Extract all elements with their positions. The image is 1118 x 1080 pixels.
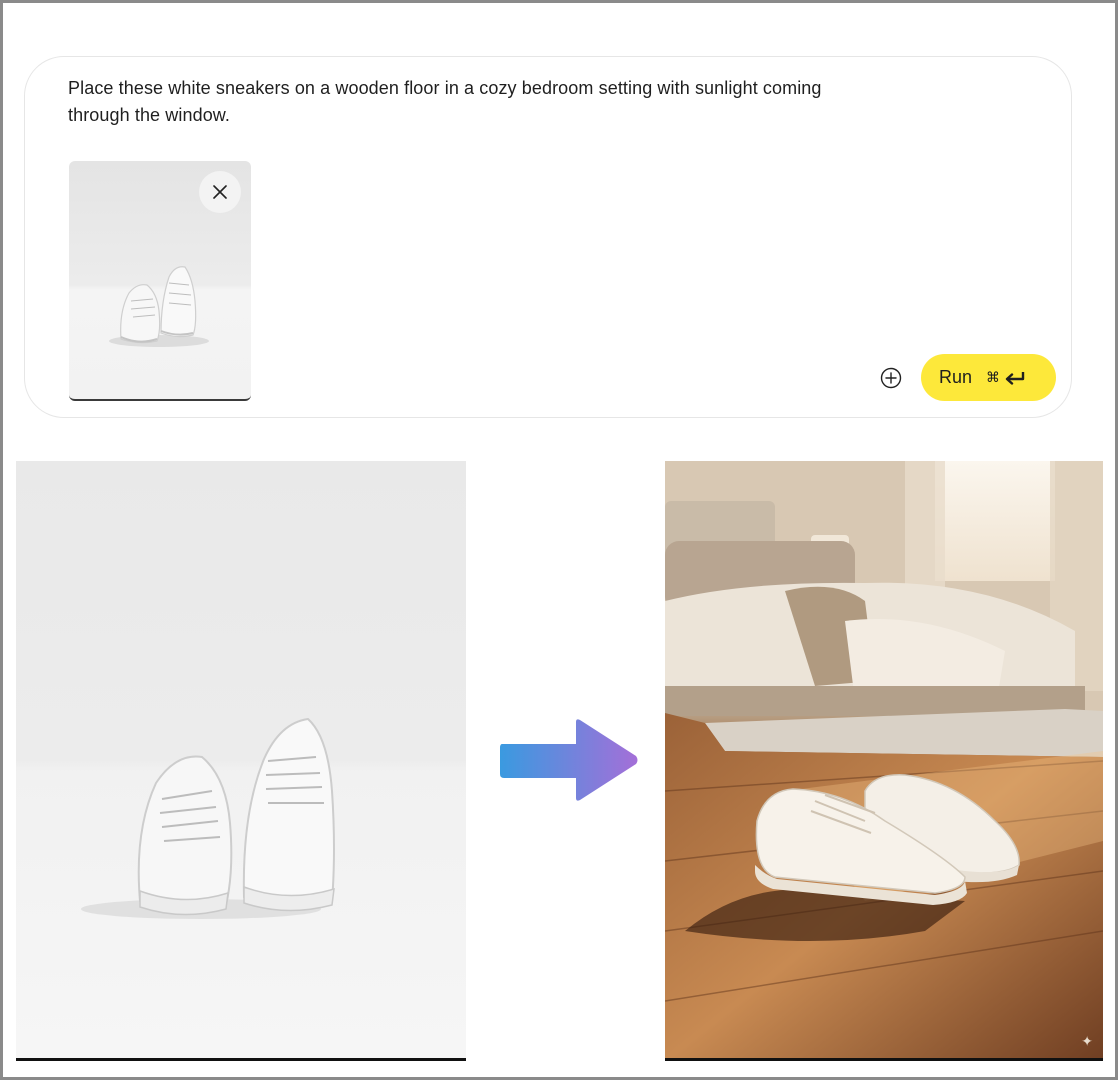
close-icon xyxy=(213,185,227,199)
sparkle-icon: ✦ xyxy=(1081,1033,1093,1049)
transform-arrow xyxy=(498,716,640,804)
output-image: ✦ xyxy=(665,461,1103,1061)
attachment-thumbnail[interactable] xyxy=(69,161,251,401)
white-sneakers-studio-image xyxy=(81,717,335,919)
run-button[interactable]: Run ⌘ xyxy=(921,354,1056,401)
run-shortcut: ⌘ xyxy=(986,369,1026,386)
sneakers-bedroom-wooden-floor-image xyxy=(665,461,1103,1058)
prompt-text[interactable]: Place these white sneakers on a wooden f… xyxy=(68,75,868,129)
run-button-label: Run xyxy=(939,367,973,387)
prompt-card: Place these white sneakers on a wooden f… xyxy=(24,56,1072,418)
plus-circle-icon xyxy=(880,367,902,389)
add-attachment-button[interactable] xyxy=(879,366,903,390)
remove-attachment-button[interactable] xyxy=(199,171,241,213)
enter-icon xyxy=(1005,371,1025,385)
gradient-right-arrow-icon xyxy=(500,719,638,801)
input-image xyxy=(16,461,466,1061)
command-key-icon: ⌘ xyxy=(986,369,1001,385)
